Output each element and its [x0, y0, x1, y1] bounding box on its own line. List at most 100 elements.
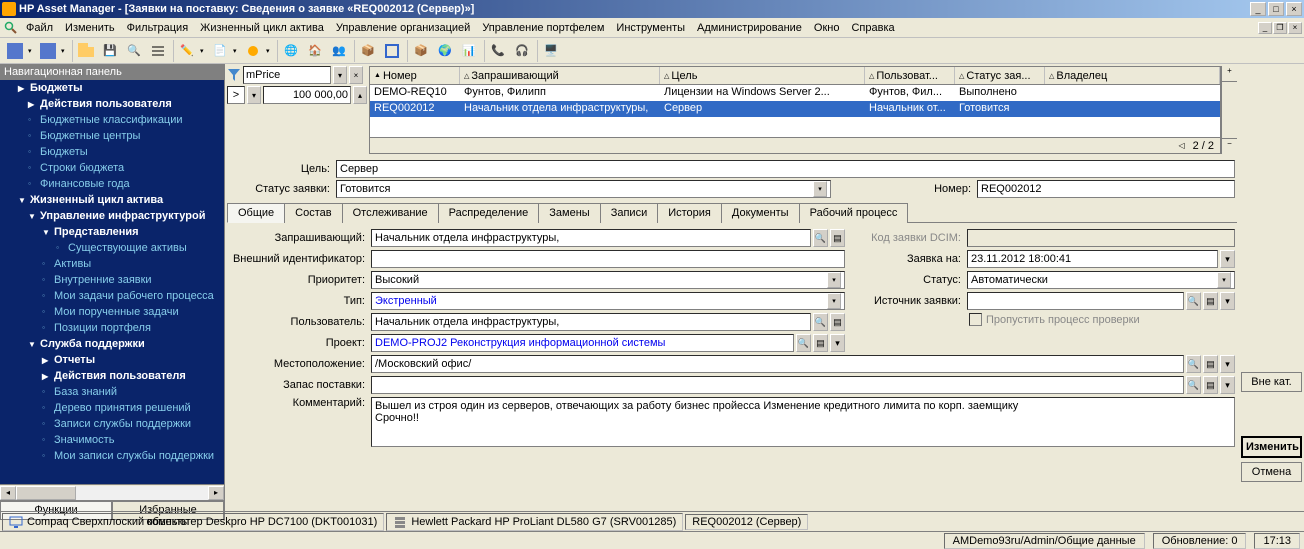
col-status[interactable]: △Статус зая...	[955, 67, 1045, 84]
goal-input[interactable]	[336, 160, 1235, 178]
col-user[interactable]: △Пользоват...	[865, 67, 955, 84]
tree-item[interactable]: ▼Управление инфраструктурой	[0, 208, 224, 224]
menu-управление организацией[interactable]: Управление организацией	[330, 20, 476, 36]
tab-8[interactable]: Рабочий процесс	[799, 203, 909, 223]
phone-icon[interactable]: 📞	[487, 40, 509, 62]
search-icon[interactable]: 🔍	[123, 40, 145, 62]
tree-item[interactable]: ○Финансовые года	[0, 176, 224, 192]
menu-окно[interactable]: Окно	[808, 20, 846, 36]
lookup-icon[interactable]: 🔍	[1186, 376, 1201, 394]
nav-scrollbar[interactable]: ◂ ▸	[0, 484, 224, 500]
tree-item[interactable]: ○Внутренние заявки	[0, 272, 224, 288]
tree-item[interactable]: ○Позиции портфеля	[0, 320, 224, 336]
list-icon[interactable]: ▤	[813, 334, 828, 352]
dropdown-icon[interactable]: ▾	[1220, 376, 1235, 394]
menu-фильтрация[interactable]: Фильтрация	[121, 20, 194, 36]
tree-item[interactable]: ○Значимость	[0, 432, 224, 448]
filter-field-select[interactable]	[243, 66, 331, 84]
comment-textarea[interactable]: Вышел из строя один из серверов, отвечаю…	[371, 397, 1235, 447]
status2-select[interactable]: Автоматически▾	[967, 271, 1235, 289]
dropdown-icon[interactable]: ▾	[61, 47, 68, 55]
statusbar-item[interactable]: REQ002012 (Сервер)	[685, 514, 808, 530]
menu-управление портфелем[interactable]: Управление портфелем	[476, 20, 610, 36]
dropdown-icon[interactable]: ▾	[1217, 272, 1231, 288]
dropdown-icon[interactable]: ▾	[813, 181, 827, 197]
dropdown-icon[interactable]: ▾	[830, 334, 845, 352]
tree-item[interactable]: ○Строки бюджета	[0, 160, 224, 176]
mdi-minimize-button[interactable]: _	[1258, 22, 1272, 34]
chart-icon[interactable]: 📊	[458, 40, 480, 62]
modify-button[interactable]: Изменить	[1241, 436, 1302, 458]
tree-item[interactable]: ○Мои порученные задачи	[0, 304, 224, 320]
tree-item[interactable]: ○Активы	[0, 256, 224, 272]
source-input[interactable]	[967, 292, 1184, 310]
tree-item[interactable]: ▼Представления	[0, 224, 224, 240]
tab-2[interactable]: Отслеживание	[342, 203, 439, 223]
gear-icon[interactable]	[242, 40, 264, 62]
box-icon[interactable]: 📦	[357, 40, 379, 62]
tab-3[interactable]: Распределение	[438, 203, 540, 223]
status-select[interactable]: Готовится▾	[336, 180, 831, 198]
maximize-button[interactable]: □	[1268, 2, 1284, 16]
col-owner[interactable]: △Владелец	[1045, 67, 1220, 84]
lookup-icon[interactable]: 🔍	[1186, 292, 1201, 310]
scroll-left-icon[interactable]: ◂	[0, 486, 16, 500]
priority-select[interactable]: Высокий▾	[371, 271, 845, 289]
scroll-thumb[interactable]	[16, 486, 76, 500]
tree-item[interactable]: ○Бюджеты	[0, 144, 224, 160]
col-requester[interactable]: △Запрашивающий	[460, 67, 660, 84]
tree-item[interactable]: ▼Служба поддержки	[0, 336, 224, 352]
statusbar-item[interactable]: Hewlett Packard HP ProLiant DL580 G7 (SR…	[386, 513, 683, 531]
tree-item[interactable]: ○Мои задачи рабочего процесса	[0, 288, 224, 304]
menu-справка[interactable]: Справка	[845, 20, 900, 36]
location-input[interactable]	[371, 355, 1184, 373]
lookup-icon[interactable]: 🔍	[813, 229, 828, 247]
open-icon[interactable]	[75, 40, 97, 62]
lookup-icon[interactable]: 🔍	[813, 313, 828, 331]
tree-item[interactable]: ▶Отчеты	[0, 352, 224, 368]
tree-item[interactable]: ▼Жизненный цикл актива	[0, 192, 224, 208]
dropdown-icon[interactable]: ▾	[333, 66, 347, 84]
tree-item[interactable]: ▶Действия пользователя	[0, 96, 224, 112]
tab-1[interactable]: Состав	[284, 203, 342, 223]
offcatalog-button[interactable]: Вне кат.	[1241, 372, 1302, 392]
list-icon[interactable]: ▤	[830, 313, 845, 331]
cancel-button[interactable]: Отмена	[1241, 462, 1302, 482]
home-icon[interactable]: 🏠	[304, 40, 326, 62]
spinner-up-icon[interactable]: ▴	[353, 86, 367, 104]
col-goal[interactable]: △Цель	[660, 67, 865, 84]
cube-icon[interactable]	[381, 40, 403, 62]
grid-vscrollbar[interactable]: + −	[1221, 66, 1237, 154]
wand-icon[interactable]: ✏️	[176, 40, 198, 62]
requester-input[interactable]	[371, 229, 811, 247]
dropdown-icon[interactable]: ▾	[247, 86, 261, 104]
tree-item[interactable]: ▶Бюджеты	[0, 80, 224, 96]
lookup-icon[interactable]: 🔍	[796, 334, 811, 352]
tree-item[interactable]: ▶Действия пользователя	[0, 368, 224, 384]
tab-5[interactable]: Записи	[600, 203, 659, 223]
tab-4[interactable]: Замены	[538, 203, 600, 223]
save-icon[interactable]: 💾	[99, 40, 121, 62]
scroll-right-icon[interactable]: ▸	[208, 486, 224, 500]
menu-инструменты[interactable]: Инструменты	[610, 20, 691, 36]
mdi-close-button[interactable]: ×	[1288, 22, 1302, 34]
tab-7[interactable]: Документы	[721, 203, 800, 223]
tree-item[interactable]: ○Мои записи службы поддержки	[0, 448, 224, 464]
grid-body[interactable]: DEMO-REQ10Фунтов, ФилиппЛицензии на Wind…	[370, 85, 1220, 137]
minimize-button[interactable]: _	[1250, 2, 1266, 16]
close-button[interactable]: ×	[1286, 2, 1302, 16]
dropdown-icon[interactable]: ▾	[827, 293, 841, 309]
table-row[interactable]: DEMO-REQ10Фунтов, ФилиппЛицензии на Wind…	[370, 85, 1220, 101]
menu-изменить[interactable]: Изменить	[59, 20, 121, 36]
tab-6[interactable]: История	[657, 203, 722, 223]
menu-файл[interactable]: Файл	[20, 20, 59, 36]
world-icon[interactable]: 🌍	[434, 40, 456, 62]
menu-жизненный цикл актива[interactable]: Жизненный цикл актива	[194, 20, 330, 36]
monitor-icon[interactable]: 🖥️	[540, 40, 562, 62]
lookup-icon[interactable]: 🔍	[1186, 355, 1201, 373]
dropdown-icon[interactable]: ▾	[1220, 250, 1235, 268]
forward-icon[interactable]	[37, 40, 59, 62]
statusbar-item[interactable]: Compaq Сверхплоский компьютер Deskpro HP…	[2, 513, 384, 531]
globe-icon[interactable]: 🌐	[280, 40, 302, 62]
reserve-input[interactable]	[371, 376, 1184, 394]
